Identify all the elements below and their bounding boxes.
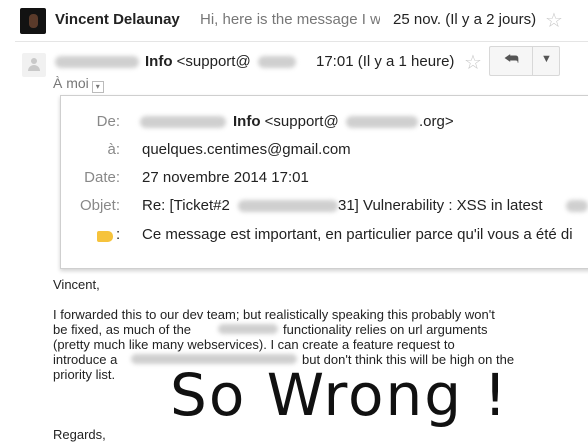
body-line-1: I forwarded this to our dev team; but re… bbox=[53, 307, 495, 322]
body-greeting: Vincent, bbox=[53, 277, 100, 292]
importance-colon: : bbox=[116, 226, 121, 243]
subject-start: Re: [Ticket#2 bbox=[142, 197, 230, 214]
collapsed-message-row[interactable]: Vincent Delaunay Hi, here is the message… bbox=[0, 0, 588, 42]
body-line-4a: introduce a bbox=[53, 352, 118, 367]
dropdown-caret-icon: ▼ bbox=[541, 53, 552, 65]
redacted-product-name bbox=[218, 324, 278, 334]
more-actions-button[interactable]: ▼ bbox=[532, 46, 560, 76]
body-line-3: (pretty much like many webservices). I c… bbox=[53, 337, 455, 352]
to-value[interactable]: quelques.centimes@gmail.com bbox=[142, 141, 351, 158]
subject-end: 31] Vulnerability : XSS in latest bbox=[338, 197, 543, 214]
subject-label: Objet: bbox=[79, 197, 120, 214]
message-snippet: Hi, here is the message I w bbox=[200, 11, 380, 28]
default-avatar-icon bbox=[22, 53, 46, 77]
star-outline-icon[interactable]: ☆ bbox=[545, 8, 563, 33]
importance-text: Ce message est important, en particulier… bbox=[142, 226, 573, 243]
redacted-email-domain bbox=[258, 56, 296, 68]
from-name: Info bbox=[233, 113, 261, 130]
reply-icon: ⮪ bbox=[504, 51, 519, 68]
sender-name: Vincent Delaunay bbox=[55, 11, 180, 28]
redacted-subject-tail bbox=[566, 200, 588, 212]
message-time: 17:01 (Il y a 1 heure) bbox=[316, 53, 455, 70]
redacted-from-prefix bbox=[140, 116, 226, 128]
message-date: 25 nov. (Il y a 2 jours) bbox=[393, 11, 537, 28]
recipient-summary[interactable]: À moi ▾ bbox=[53, 75, 104, 93]
star-outline-icon[interactable]: ☆ bbox=[464, 50, 482, 75]
date-value: 27 novembre 2014 17:01 bbox=[142, 169, 309, 186]
sender-avatar bbox=[20, 8, 46, 34]
from-label: De: bbox=[96, 113, 120, 130]
from-email-start: <support@ bbox=[264, 113, 339, 130]
sender-email: <support@ bbox=[176, 53, 251, 70]
body-closing: Regards, bbox=[53, 427, 106, 442]
from-email-end: .org> bbox=[419, 113, 454, 130]
to-label: à: bbox=[107, 141, 120, 158]
date-label: Date: bbox=[84, 169, 120, 186]
importance-marker-icon bbox=[97, 231, 113, 242]
reply-button[interactable]: ⮪ bbox=[489, 46, 533, 76]
body-line-5: priority list. bbox=[53, 367, 116, 382]
redacted-ticket-number bbox=[238, 200, 338, 212]
to-me-label: À moi bbox=[53, 75, 89, 91]
redacted-sender-prefix bbox=[55, 56, 139, 68]
sender-name: Info bbox=[145, 53, 173, 70]
overlay-caption: So Wrong ! bbox=[170, 361, 509, 429]
message-sender: Info <support@ bbox=[145, 53, 251, 70]
redacted-from-domain bbox=[346, 116, 418, 128]
divider bbox=[15, 41, 588, 42]
from-value: Info <support@ bbox=[233, 113, 339, 130]
body-line-2b: functionality relies on url arguments bbox=[283, 322, 488, 337]
show-details-caret-icon[interactable]: ▾ bbox=[91, 81, 104, 93]
body-line-2a: be fixed, as much of the bbox=[53, 322, 192, 337]
